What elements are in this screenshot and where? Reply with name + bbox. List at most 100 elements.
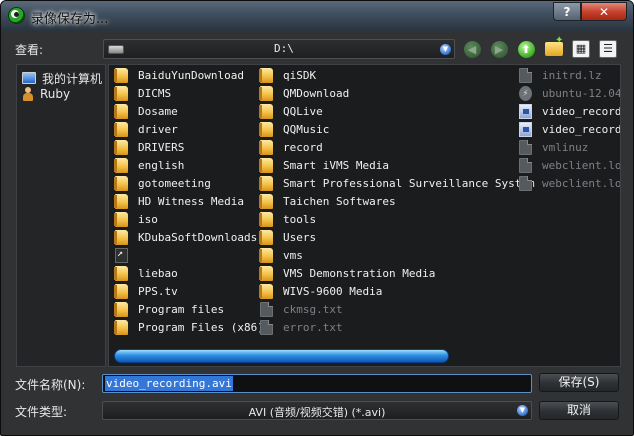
- folder-icon: [114, 284, 128, 299]
- folder-icon: [259, 158, 273, 173]
- chevron-down-icon[interactable]: ▼: [517, 405, 528, 416]
- folder-item[interactable]: qiSDK: [259, 67, 316, 84]
- item-label: Users: [283, 231, 317, 244]
- file-icon: [519, 140, 532, 155]
- save-button[interactable]: 保存(S): [539, 373, 619, 392]
- folder-item[interactable]: QQMusic: [259, 121, 329, 138]
- item-label: HD Witness Media: [138, 195, 244, 208]
- item-label: webclient.log: [542, 159, 621, 172]
- save-recording-dialog: 录像保存为... ? ✕ 查看: D:\ ▼ ◀ ▶ ⬆ ▦ ☰ 我的计算机 R…: [0, 0, 634, 436]
- folder-item[interactable]: Smart iVMS Media: [259, 157, 389, 174]
- folder-icon: [259, 176, 273, 191]
- item-label: Smart Professional Surveillance System: [283, 177, 535, 190]
- window-title: 录像保存为...: [31, 12, 109, 27]
- help-button[interactable]: ?: [553, 2, 581, 21]
- shortcut-link-icon: ⚡: [519, 86, 532, 101]
- close-button[interactable]: ✕: [581, 2, 627, 21]
- file-item[interactable]: webclient.log: [519, 157, 621, 174]
- file-list[interactable]: BaiduYunDownload DICMS Dosame driver DRIVERS…: [108, 64, 621, 367]
- folder-item[interactable]: iso: [114, 211, 158, 228]
- folder-item[interactable]: QMDownload: [259, 85, 349, 102]
- filetype-label: 文件类型:: [15, 405, 68, 419]
- folder-icon: [114, 194, 128, 209]
- item-label: WIVS-9600 Media: [283, 285, 383, 298]
- file-item[interactable]: webclient.log: [519, 175, 621, 192]
- folder-item[interactable]: english: [114, 157, 184, 174]
- video-file-icon: [519, 104, 532, 119]
- folder-icon: [114, 320, 128, 335]
- folder-icon: [259, 68, 273, 83]
- item-label: Program Files (x86): [138, 321, 264, 334]
- item-label: Program files: [138, 303, 225, 316]
- file-item[interactable]: [115, 247, 138, 264]
- title-bar[interactable]: 录像保存为... ? ✕: [1, 1, 633, 31]
- folder-item[interactable]: Users: [259, 229, 317, 246]
- file-item[interactable]: ckmsg.txt: [260, 301, 343, 318]
- folder-icon: [114, 212, 128, 227]
- folder-item[interactable]: HD Witness Media: [114, 193, 244, 210]
- folder-item[interactable]: vms: [259, 247, 303, 264]
- folder-item[interactable]: gotomeeting: [114, 175, 211, 192]
- folder-item[interactable]: KDubaSoftDownloads: [114, 229, 258, 246]
- folder-item[interactable]: PPS.tv: [114, 283, 178, 300]
- folder-item[interactable]: Program Files (x86): [114, 319, 264, 336]
- folder-item[interactable]: tools: [259, 211, 316, 228]
- app-icon: [8, 7, 25, 24]
- lookin-dropdown[interactable]: D:\ ▼: [103, 39, 455, 59]
- folder-item[interactable]: Program files: [114, 301, 225, 318]
- computer-icon: [22, 72, 36, 84]
- place-user[interactable]: Ruby: [22, 86, 70, 102]
- filetype-value: AVI (音频/视频交错) (*.avi): [248, 406, 386, 419]
- filetype-dropdown[interactable]: AVI (音频/视频交错) (*.avi) ▼: [102, 401, 532, 420]
- item-label: BaiduYunDownload: [138, 69, 244, 82]
- item-label: liebao: [138, 267, 178, 280]
- up-folder-button[interactable]: ⬆: [515, 38, 537, 60]
- folder-icon: [114, 104, 128, 119]
- place-my-computer[interactable]: 我的计算机: [22, 70, 102, 86]
- detail-view-button[interactable]: ☰: [597, 38, 619, 60]
- chevron-down-icon[interactable]: ▼: [440, 44, 451, 55]
- new-folder-button[interactable]: [543, 35, 565, 60]
- item-label: QQLive: [283, 105, 323, 118]
- folder-item[interactable]: driver: [114, 121, 178, 138]
- item-label: initrd.lz: [542, 69, 602, 82]
- folder-icon: [114, 68, 128, 83]
- folder-item[interactable]: liebao: [114, 265, 178, 282]
- file-icon: [260, 302, 273, 317]
- places-sidebar: 我的计算机 Ruby: [16, 64, 106, 367]
- folder-item[interactable]: VMS Demonstration Media: [259, 265, 436, 282]
- file-item[interactable]: video_recordi: [519, 103, 620, 120]
- file-item[interactable]: vmlinuz: [519, 139, 588, 156]
- item-label: driver: [138, 123, 178, 136]
- folder-item[interactable]: record: [259, 139, 323, 156]
- folder-item[interactable]: BaiduYunDownload: [114, 67, 244, 84]
- item-label: KDubaSoftDownloads: [138, 231, 258, 244]
- file-item[interactable]: video_recordi: [519, 121, 620, 138]
- scrollbar-thumb[interactable]: [114, 349, 449, 363]
- file-item[interactable]: error.txt: [260, 319, 343, 336]
- item-label: vms: [283, 249, 303, 262]
- back-button[interactable]: ◀: [461, 38, 483, 60]
- folder-item[interactable]: DRIVERS: [114, 139, 184, 156]
- lookin-label: 查看:: [15, 43, 44, 57]
- forward-button[interactable]: ▶: [488, 38, 510, 60]
- list-view-button[interactable]: ▦: [570, 38, 592, 60]
- folder-item[interactable]: Smart Professional Surveillance System: [259, 175, 535, 192]
- item-label: gotomeeting: [138, 177, 211, 190]
- item-label: webclient.log: [542, 177, 621, 190]
- folder-item[interactable]: DICMS: [114, 85, 171, 102]
- folder-item[interactable]: WIVS-9600 Media: [259, 283, 383, 300]
- item-label: Taichen Softwares: [283, 195, 396, 208]
- file-item[interactable]: ⚡ ubuntu-12.04-: [519, 85, 620, 102]
- file-item[interactable]: initrd.lz: [519, 67, 602, 84]
- folder-item[interactable]: QQLive: [259, 103, 323, 120]
- file-icon: [519, 176, 532, 191]
- file-icon: [519, 158, 532, 173]
- shortcut-arrow-icon: [115, 248, 128, 263]
- cancel-button[interactable]: 取消: [539, 401, 619, 420]
- up-arrow-icon: ⬆: [517, 40, 535, 58]
- folder-icon: [259, 140, 273, 155]
- folder-item[interactable]: Taichen Softwares: [259, 193, 396, 210]
- item-label: VMS Demonstration Media: [283, 267, 436, 280]
- folder-item[interactable]: Dosame: [114, 103, 178, 120]
